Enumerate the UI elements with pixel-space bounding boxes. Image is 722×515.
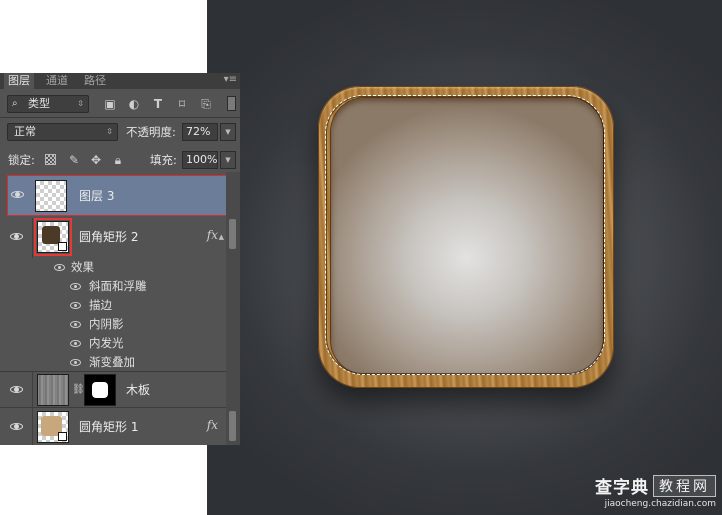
visibility-eye-icon[interactable] [10,232,24,242]
panel-menu-icon[interactable]: ▾≡ [224,73,237,87]
layer-name[interactable]: 图层 3 [79,188,114,204]
lock-all-icon[interactable]: 🔒︎ [111,153,125,167]
tab-layers[interactable]: 图层 [4,73,34,89]
visibility-eye-icon[interactable] [11,190,25,200]
smart-object-filter-icon[interactable]: ⎘ [199,97,213,111]
visibility-eye-icon[interactable] [10,422,24,432]
lock-move-icon[interactable]: ✥ [89,153,103,167]
effect-item[interactable]: 内阴影 [0,315,240,334]
link-chain-icon[interactable]: ⛓︎ [72,384,85,395]
type-filter-icon[interactable]: T [151,97,165,111]
layer-list: 图层 3 圆角矩形 2 fx ▲ 效果 斜面和浮雕 描边 内阴影 内发光 渐变叠… [0,172,240,445]
scrollbar-thumb[interactable] [229,219,236,249]
adjustment-filter-icon[interactable]: ◐ [127,97,141,111]
fx-icon[interactable]: fx [207,228,218,242]
layer-row-rounded-rect-2[interactable]: 圆角矩形 2 fx ▲ [0,218,240,258]
shape-layer-icon [58,242,67,251]
expand-triangle-icon[interactable]: ▲ [219,233,224,241]
layer-thumbnail [35,180,67,212]
document-canvas[interactable]: 查字典 教程网 jiaocheng.chazidian.com [207,0,722,515]
filter-kind-label: 类型 [28,97,50,110]
layer-row-3[interactable]: 图层 3 [7,175,238,216]
layer-name[interactable]: 圆角矩形 2 [79,229,138,245]
filter-kind-select[interactable]: ⌕ 类型 ⇳ [7,95,89,113]
effects-label: 效果 [71,260,94,274]
watermark-url: jiaocheng.chazidian.com [604,499,716,509]
tab-channels[interactable]: 通道 [42,73,72,89]
lock-transparency-icon[interactable] [45,154,56,165]
tab-paths[interactable]: 路径 [80,73,110,89]
effect-name[interactable]: 渐变叠加 [89,354,135,370]
visibility-eye-icon[interactable] [10,385,24,395]
shape-filter-icon[interactable]: ⌑ [175,97,189,111]
layer-thumbnail [37,221,69,253]
fill-dropdown-button[interactable]: ▼ [220,151,236,169]
lock-brush-icon[interactable]: ✎ [67,153,81,167]
opacity-label: 不透明度: [126,125,176,139]
effect-name[interactable]: 描边 [89,297,112,313]
layer-row-wood[interactable]: ⛓︎ 木板 [0,372,240,408]
effect-eye-icon[interactable] [70,359,82,367]
layer-thumbnail [37,411,69,443]
effect-eye-icon[interactable] [70,340,82,348]
effects-group: 效果 [0,258,240,277]
mask-thumbnail[interactable] [84,374,116,406]
fx-icon[interactable]: fx [207,418,218,432]
effect-eye-icon[interactable] [70,321,82,329]
fill-input[interactable]: 100% [182,151,218,169]
effect-name[interactable]: 内发光 [89,335,124,351]
effect-eye-icon[interactable] [70,283,82,291]
blend-mode-label: 正常 [14,125,36,138]
effects-eye-icon[interactable] [54,264,66,272]
layer-name[interactable]: 木板 [126,382,150,398]
effect-item[interactable]: 内发光 [0,334,240,353]
blend-row: 正常 ⇳ 不透明度: 72% ▼ [0,122,240,142]
layers-panel: 图层 通道 路径 ▾≡ ⌕ 类型 ⇳ ▣ ◐ T ⌑ ⎘ 正常 ⇳ 不透明度: … [0,73,240,445]
search-icon: ⌕ [12,98,18,109]
panel-tabbar: 图层 通道 路径 ▾≡ [0,73,240,89]
wood-thumbnail [37,374,69,406]
watermark-box: 教程网 [653,474,716,497]
watermark-brand: 查字典 [595,478,649,498]
effect-item[interactable]: 斜面和浮雕 [0,277,240,296]
opacity-input[interactable]: 72% [182,123,218,141]
effect-item[interactable]: 渐变叠加 [0,353,240,372]
filter-row: ⌕ 类型 ⇳ ▣ ◐ T ⌑ ⎘ [0,94,240,114]
scrollbar-thumb-lower[interactable] [229,411,236,441]
effect-item[interactable]: 描边 [0,296,240,315]
effect-eye-icon[interactable] [70,302,82,310]
image-filter-icon[interactable]: ▣ [103,97,117,111]
blend-mode-select[interactable]: 正常 ⇳ [7,123,118,141]
lock-label: 锁定: [8,153,35,167]
effect-name[interactable]: 内阴影 [89,316,124,332]
lock-row: 锁定: ✎ ✥ 🔒︎ 填充: 100% ▼ [0,150,240,170]
layer-name[interactable]: 圆角矩形 1 [79,419,138,435]
filter-toggle[interactable] [227,96,236,111]
chevron-updown-icon: ⇳ [106,127,113,136]
effect-name[interactable]: 斜面和浮雕 [89,278,147,294]
layer-row-rounded-rect-1[interactable]: 圆角矩形 1 fx [0,408,240,445]
opacity-dropdown-button[interactable]: ▼ [220,123,236,141]
chevron-updown-icon: ⇳ [77,99,84,108]
layers-scrollbar[interactable] [226,172,240,445]
fill-label: 填充: [150,153,177,167]
shape-layer-icon [58,432,67,441]
watermark: 查字典 教程网 jiaocheng.chazidian.com [595,473,716,509]
selection-marquee [325,95,605,375]
